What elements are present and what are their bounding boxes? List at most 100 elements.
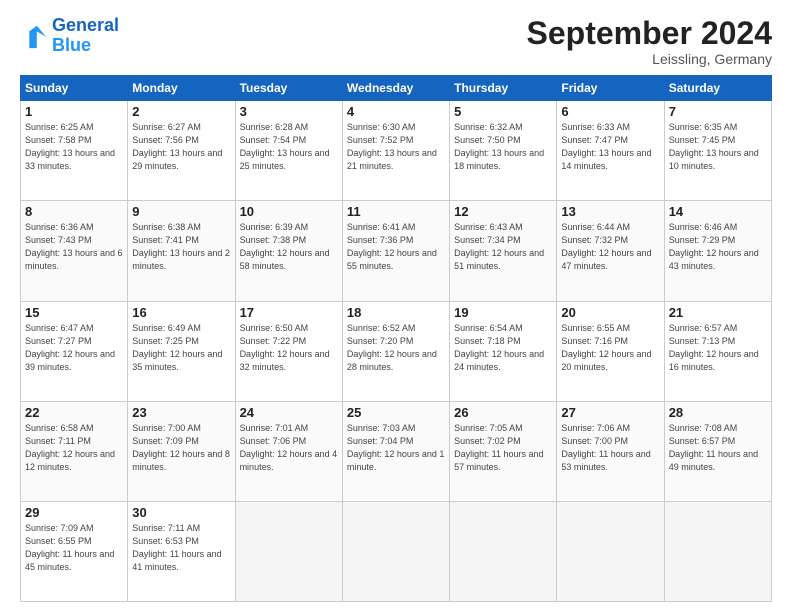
calendar-cell: 14 Sunrise: 6:46 AMSunset: 7:29 PMDayligh… xyxy=(664,201,771,301)
day-info: Sunrise: 7:09 AMSunset: 6:55 PMDaylight:… xyxy=(25,522,123,574)
day-number: 28 xyxy=(669,405,767,420)
day-info: Sunrise: 6:50 AMSunset: 7:22 PMDaylight:… xyxy=(240,322,338,374)
calendar-cell: 28 Sunrise: 7:08 AMSunset: 6:57 PMDayligh… xyxy=(664,401,771,501)
day-number: 20 xyxy=(561,305,659,320)
day-info: Sunrise: 7:01 AMSunset: 7:06 PMDaylight:… xyxy=(240,422,338,474)
calendar-cell: 18Sunrise: 6:52 AMSunset: 7:20 PMDayligh… xyxy=(342,301,449,401)
day-info: Sunrise: 6:27 AMSunset: 7:56 PMDaylight:… xyxy=(132,121,230,173)
day-info: Sunrise: 6:41 AMSunset: 7:36 PMDaylight:… xyxy=(347,221,445,273)
day-number: 24 xyxy=(240,405,338,420)
day-number: 3 xyxy=(240,104,338,119)
day-number: 1 xyxy=(25,104,123,119)
header: General Blue September 2024 Leissling, G… xyxy=(20,16,772,67)
day-number: 22 xyxy=(25,405,123,420)
calendar-cell: 13 Sunrise: 6:44 AMSunset: 7:32 PMDayligh… xyxy=(557,201,664,301)
page: General Blue September 2024 Leissling, G… xyxy=(0,0,792,612)
calendar-cell: 6 Sunrise: 6:33 AMSunset: 7:47 PMDaylight… xyxy=(557,101,664,201)
day-info: Sunrise: 6:46 AMSunset: 7:29 PMDaylight:… xyxy=(669,221,767,273)
day-info: Sunrise: 6:30 AMSunset: 7:52 PMDaylight:… xyxy=(347,121,445,173)
day-number: 17 xyxy=(240,305,338,320)
day-info: Sunrise: 6:28 AMSunset: 7:54 PMDaylight:… xyxy=(240,121,338,173)
day-number: 11 xyxy=(347,204,445,219)
day-info: Sunrise: 6:38 AMSunset: 7:41 PMDaylight:… xyxy=(132,221,230,273)
calendar-cell: 15 Sunrise: 6:47 AMSunset: 7:27 PMDayligh… xyxy=(21,301,128,401)
day-number: 8 xyxy=(25,204,123,219)
day-number: 6 xyxy=(561,104,659,119)
day-info: Sunrise: 6:44 AMSunset: 7:32 PMDaylight:… xyxy=(561,221,659,273)
day-number: 4 xyxy=(347,104,445,119)
day-number: 18 xyxy=(347,305,445,320)
day-number: 23 xyxy=(132,405,230,420)
day-number: 21 xyxy=(669,305,767,320)
calendar-cell: 12Sunrise: 6:43 AMSunset: 7:34 PMDayligh… xyxy=(450,201,557,301)
calendar-week-row: 15 Sunrise: 6:47 AMSunset: 7:27 PMDayligh… xyxy=(21,301,772,401)
weekday-header-cell: Saturday xyxy=(664,76,771,101)
day-number: 2 xyxy=(132,104,230,119)
calendar-cell: 26 Sunrise: 7:05 AMSunset: 7:02 PMDayligh… xyxy=(450,401,557,501)
weekday-header-cell: Tuesday xyxy=(235,76,342,101)
calendar-cell: 9 Sunrise: 6:38 AMSunset: 7:41 PMDaylight… xyxy=(128,201,235,301)
day-info: Sunrise: 6:55 AMSunset: 7:16 PMDaylight:… xyxy=(561,322,659,374)
weekday-header-cell: Wednesday xyxy=(342,76,449,101)
day-number: 26 xyxy=(454,405,552,420)
calendar-cell: 20 Sunrise: 6:55 AMSunset: 7:16 PMDayligh… xyxy=(557,301,664,401)
day-info: Sunrise: 6:54 AMSunset: 7:18 PMDaylight:… xyxy=(454,322,552,374)
calendar-cell xyxy=(450,501,557,601)
day-info: Sunrise: 6:58 AMSunset: 7:11 PMDaylight:… xyxy=(25,422,123,474)
calendar-cell: 24 Sunrise: 7:01 AMSunset: 7:06 PMDayligh… xyxy=(235,401,342,501)
day-number: 30 xyxy=(132,505,230,520)
calendar-cell: 22 Sunrise: 6:58 AMSunset: 7:11 PMDayligh… xyxy=(21,401,128,501)
day-number: 9 xyxy=(132,204,230,219)
day-number: 13 xyxy=(561,204,659,219)
weekday-header-cell: Monday xyxy=(128,76,235,101)
calendar-week-row: 8 Sunrise: 6:36 AMSunset: 7:43 PMDaylight… xyxy=(21,201,772,301)
day-info: Sunrise: 6:25 AMSunset: 7:58 PMDaylight:… xyxy=(25,121,123,173)
calendar-cell xyxy=(342,501,449,601)
day-number: 7 xyxy=(669,104,767,119)
calendar-cell: 3 Sunrise: 6:28 AMSunset: 7:54 PMDaylight… xyxy=(235,101,342,201)
calendar-cell: 25Sunrise: 7:03 AMSunset: 7:04 PMDayligh… xyxy=(342,401,449,501)
calendar-cell: 23 Sunrise: 7:00 AMSunset: 7:09 PMDayligh… xyxy=(128,401,235,501)
day-number: 5 xyxy=(454,104,552,119)
day-number: 14 xyxy=(669,204,767,219)
calendar-cell xyxy=(664,501,771,601)
calendar-cell: 17 Sunrise: 6:50 AMSunset: 7:22 PMDayligh… xyxy=(235,301,342,401)
calendar-body: 1 Sunrise: 6:25 AMSunset: 7:58 PMDaylight… xyxy=(21,101,772,602)
day-info: Sunrise: 7:00 AMSunset: 7:09 PMDaylight:… xyxy=(132,422,230,474)
day-number: 25 xyxy=(347,405,445,420)
calendar-table: SundayMondayTuesdayWednesdayThursdayFrid… xyxy=(20,75,772,602)
calendar-week-row: 1 Sunrise: 6:25 AMSunset: 7:58 PMDaylight… xyxy=(21,101,772,201)
day-info: Sunrise: 6:47 AMSunset: 7:27 PMDaylight:… xyxy=(25,322,123,374)
calendar-cell: 30 Sunrise: 7:11 AMSunset: 6:53 PMDayligh… xyxy=(128,501,235,601)
day-info: Sunrise: 6:43 AMSunset: 7:34 PMDaylight:… xyxy=(454,221,552,273)
logo-icon xyxy=(20,22,48,50)
calendar-cell: 1 Sunrise: 6:25 AMSunset: 7:58 PMDaylight… xyxy=(21,101,128,201)
day-number: 15 xyxy=(25,305,123,320)
day-info: Sunrise: 6:35 AMSunset: 7:45 PMDaylight:… xyxy=(669,121,767,173)
logo-text: General Blue xyxy=(52,16,119,56)
calendar-cell: 19 Sunrise: 6:54 AMSunset: 7:18 PMDayligh… xyxy=(450,301,557,401)
calendar-cell: 7 Sunrise: 6:35 AMSunset: 7:45 PMDaylight… xyxy=(664,101,771,201)
day-info: Sunrise: 6:57 AMSunset: 7:13 PMDaylight:… xyxy=(669,322,767,374)
day-info: Sunrise: 6:36 AMSunset: 7:43 PMDaylight:… xyxy=(25,221,123,273)
calendar-cell: 8 Sunrise: 6:36 AMSunset: 7:43 PMDaylight… xyxy=(21,201,128,301)
day-info: Sunrise: 7:08 AMSunset: 6:57 PMDaylight:… xyxy=(669,422,767,474)
day-info: Sunrise: 7:05 AMSunset: 7:02 PMDaylight:… xyxy=(454,422,552,474)
title-block: September 2024 Leissling, Germany xyxy=(527,16,772,67)
day-info: Sunrise: 6:33 AMSunset: 7:47 PMDaylight:… xyxy=(561,121,659,173)
calendar-cell xyxy=(235,501,342,601)
calendar-cell xyxy=(557,501,664,601)
day-number: 19 xyxy=(454,305,552,320)
calendar-week-row: 29Sunrise: 7:09 AMSunset: 6:55 PMDayligh… xyxy=(21,501,772,601)
day-number: 16 xyxy=(132,305,230,320)
calendar-week-row: 22 Sunrise: 6:58 AMSunset: 7:11 PMDayligh… xyxy=(21,401,772,501)
calendar-cell: 2 Sunrise: 6:27 AMSunset: 7:56 PMDaylight… xyxy=(128,101,235,201)
calendar-cell: 29Sunrise: 7:09 AMSunset: 6:55 PMDayligh… xyxy=(21,501,128,601)
weekday-header-cell: Thursday xyxy=(450,76,557,101)
day-info: Sunrise: 7:06 AMSunset: 7:00 PMDaylight:… xyxy=(561,422,659,474)
calendar-cell: 27Sunrise: 7:06 AMSunset: 7:00 PMDayligh… xyxy=(557,401,664,501)
day-info: Sunrise: 7:11 AMSunset: 6:53 PMDaylight:… xyxy=(132,522,230,574)
location: Leissling, Germany xyxy=(527,51,772,67)
calendar-cell: 11 Sunrise: 6:41 AMSunset: 7:36 PMDayligh… xyxy=(342,201,449,301)
day-info: Sunrise: 6:39 AMSunset: 7:38 PMDaylight:… xyxy=(240,221,338,273)
